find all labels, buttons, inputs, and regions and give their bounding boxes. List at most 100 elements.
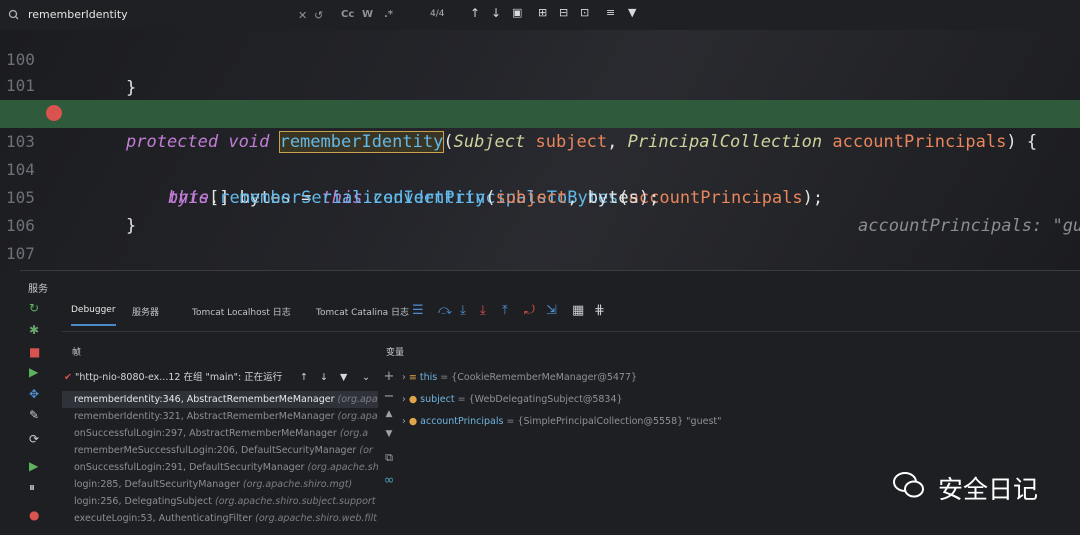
whole-word-toggle[interactable]: W <box>362 9 373 20</box>
close-icon[interactable]: ✕ <box>298 9 307 22</box>
filter-options-icon[interactable]: ≡ <box>606 6 615 19</box>
glasses-icon[interactable]: ∞ <box>382 473 396 488</box>
code-line: 106 <box>0 184 1080 235</box>
trace-icon[interactable]: ⋕ <box>594 303 605 318</box>
equals-sign: = <box>506 416 515 427</box>
remove-occurrence-icon[interactable]: ⊟ <box>559 6 568 19</box>
chevron-down-icon[interactable]: ⌄ <box>362 367 370 389</box>
current-execution-line: 103 byte[] bytes = this.convertPrincipal… <box>0 100 1080 236</box>
tab-tomcat-localhost-log[interactable]: Tomcat Localhost 日志 <box>192 305 291 318</box>
code-line: 101 <box>0 44 1080 95</box>
force-step-into-icon[interactable]: ⤓ <box>480 303 486 318</box>
search-icon[interactable] <box>8 9 22 24</box>
expand-icon[interactable]: › <box>402 394 406 405</box>
regex-toggle[interactable]: .* <box>384 9 393 20</box>
menu-icon[interactable]: ☰ <box>412 303 424 318</box>
move-down-icon[interactable]: ▼ <box>382 429 396 439</box>
watermark-text: 安全日记 <box>938 475 1039 504</box>
variable-row[interactable]: › ≡ this = {CookieRememberMeManager@5477… <box>402 369 637 387</box>
variable-row[interactable]: › ● accountPrincipals = {SimplePrincipal… <box>402 413 722 431</box>
resume-icon[interactable]: ▶ <box>29 365 38 379</box>
frame-method: login:256, DelegatingSubject <box>74 496 212 507</box>
select-all-icon[interactable]: ▣ <box>512 6 522 19</box>
variable-name: this <box>419 372 438 383</box>
frame-method: onSuccessfulLogin:297, AbstractRememberM… <box>74 428 337 439</box>
parameter-icon: ● <box>408 416 418 427</box>
filter-icon[interactable]: ▼ <box>340 367 347 389</box>
stack-frame[interactable]: onSuccessfulLogin:291, DefaultSecurityMa… <box>62 459 378 476</box>
thread-label: "http-nio-8080-ex...12 在组 "main": 正在运行 <box>75 372 283 383</box>
frame-method: rememberIdentity:346, AbstractRememberMe… <box>74 394 335 405</box>
move-up-icon[interactable]: ▲ <box>382 409 396 419</box>
search-input[interactable]: rememberIdentity <box>28 8 128 21</box>
stack-frame[interactable]: rememberMeSuccessfulLogin:206, DefaultSe… <box>62 442 378 459</box>
filter-icon[interactable]: ▼ <box>628 6 636 19</box>
bug-icon[interactable]: ✱ <box>29 323 39 337</box>
frame-package: (org.apa <box>337 394 378 405</box>
frame-package: (org.apache.shiro.subject.support <box>214 496 376 507</box>
resume-program-icon[interactable]: ▶ <box>29 459 38 473</box>
thread-selector[interactable]: ✔ "http-nio-8080-ex...12 在组 "main": 正在运行… <box>64 367 376 389</box>
remove-watch-icon[interactable]: − <box>382 389 396 404</box>
rerun-icon[interactable]: ↻ <box>29 301 39 315</box>
equals-sign: = <box>457 394 466 405</box>
code-editor[interactable]: 100 } 101 102 protected void rememberIde… <box>0 30 1080 270</box>
frame-method: rememberMeSuccessfulLogin:206, DefaultSe… <box>74 445 357 456</box>
select-all-occurrences-icon[interactable]: ⊡ <box>580 6 589 19</box>
stack-frame[interactable]: executeLogin:53, AuthenticatingFilter (o… <box>62 510 378 527</box>
next-match-icon[interactable]: ↓ <box>491 6 501 20</box>
stack-frame[interactable]: rememberIdentity:346, AbstractRememberMe… <box>62 391 378 408</box>
code-line: 102 protected void rememberIdentity(Subj… <box>0 72 1080 153</box>
variable-value: {WebDelegatingSubject@5834} <box>468 394 623 405</box>
stop-icon[interactable]: ■ <box>29 345 40 359</box>
tab-tomcat-catalina-log[interactable]: Tomcat Catalina 日志 <box>316 305 409 318</box>
previous-match-icon[interactable]: ↑ <box>470 6 480 20</box>
find-bar: rememberIdentity ✕ ↺ Cc W .* 4/4 ↑ ↓ ▣ ⊞… <box>0 0 1080 31</box>
stack-frame[interactable]: login:256, DelegatingSubject (org.apache… <box>62 493 378 510</box>
variable-name: subject <box>420 394 455 405</box>
expand-icon[interactable]: › <box>402 416 406 427</box>
step-into-icon[interactable]: ⤓ <box>460 303 466 318</box>
step-out-icon[interactable]: ⤒ <box>502 303 508 318</box>
step-over-icon[interactable]: ⤼ <box>438 303 452 318</box>
code-line: 105 } <box>0 156 1080 236</box>
variable-value: {CookieRememberMeManager@5477} <box>451 372 638 383</box>
history-icon[interactable]: ↺ <box>314 9 323 22</box>
equals-sign: = <box>440 372 449 383</box>
code-line: 108 byte[] bytes = this.serialize(princi… <box>0 240 1080 268</box>
expand-icon[interactable]: › <box>402 372 406 383</box>
frame-method: onSuccessfulLogin:291, DefaultSecurityMa… <box>74 462 305 473</box>
add-watch-icon[interactable]: + <box>382 369 396 384</box>
stack-frame[interactable]: login:285, DefaultSecurityManager (org.a… <box>62 476 378 493</box>
stack-frame[interactable]: onSuccessfulLogin:297, AbstractRememberM… <box>62 425 378 442</box>
frame-down-icon[interactable]: ↓ <box>320 367 328 389</box>
code-line: 107 protected byte[] convertPrincipalsTo… <box>0 212 1080 263</box>
breakpoint-icon[interactable] <box>46 105 62 121</box>
stack-frame[interactable]: rememberIdentity:321, AbstractRememberMe… <box>62 408 378 425</box>
variable-row[interactable]: › ● subject = {WebDelegatingSubject@5834… <box>402 391 623 409</box>
check-icon: ✔ <box>64 372 72 383</box>
frame-method: executeLogin:53, AuthenticatingFilter <box>74 513 253 524</box>
run-to-cursor-icon[interactable]: ⇲ <box>546 303 557 318</box>
wrench-icon[interactable]: ✎ <box>29 408 39 422</box>
mute-breakpoints-icon[interactable]: ● <box>29 508 39 522</box>
services-toolbar: ↻ ✱ ■ ▶ ✥ ✎ ⟳ ▶ ⏸ ● <box>20 295 60 535</box>
wechat-icon <box>893 472 924 498</box>
frame-method: login:285, DefaultSecurityManager <box>74 479 240 490</box>
drop-frame-icon[interactable]: ⤾ <box>524 303 535 318</box>
grid-icon[interactable]: ✥ <box>29 387 39 401</box>
pause-icon[interactable]: ⏸ <box>29 480 35 495</box>
copy-icon[interactable]: ⧉ <box>382 451 396 465</box>
frame-up-icon[interactable]: ↑ <box>300 367 308 389</box>
panel-title: 服务 <box>28 284 48 295</box>
parameter-icon: ● <box>408 394 418 405</box>
add-occurrence-icon[interactable]: ⊞ <box>538 6 547 19</box>
refresh-icon[interactable]: ⟳ <box>29 432 39 446</box>
variable-value: {SimplePrincipalCollection@5558} "guest" <box>517 416 722 427</box>
variables-header: 变量 <box>386 348 405 358</box>
evaluate-icon[interactable]: ▦ <box>572 303 584 318</box>
match-case-toggle[interactable]: Cc <box>341 9 354 20</box>
tab-server[interactable]: 服务器 <box>132 305 159 318</box>
variable-name: accountPrincipals <box>420 416 504 427</box>
tab-debugger[interactable]: Debugger <box>71 305 116 326</box>
